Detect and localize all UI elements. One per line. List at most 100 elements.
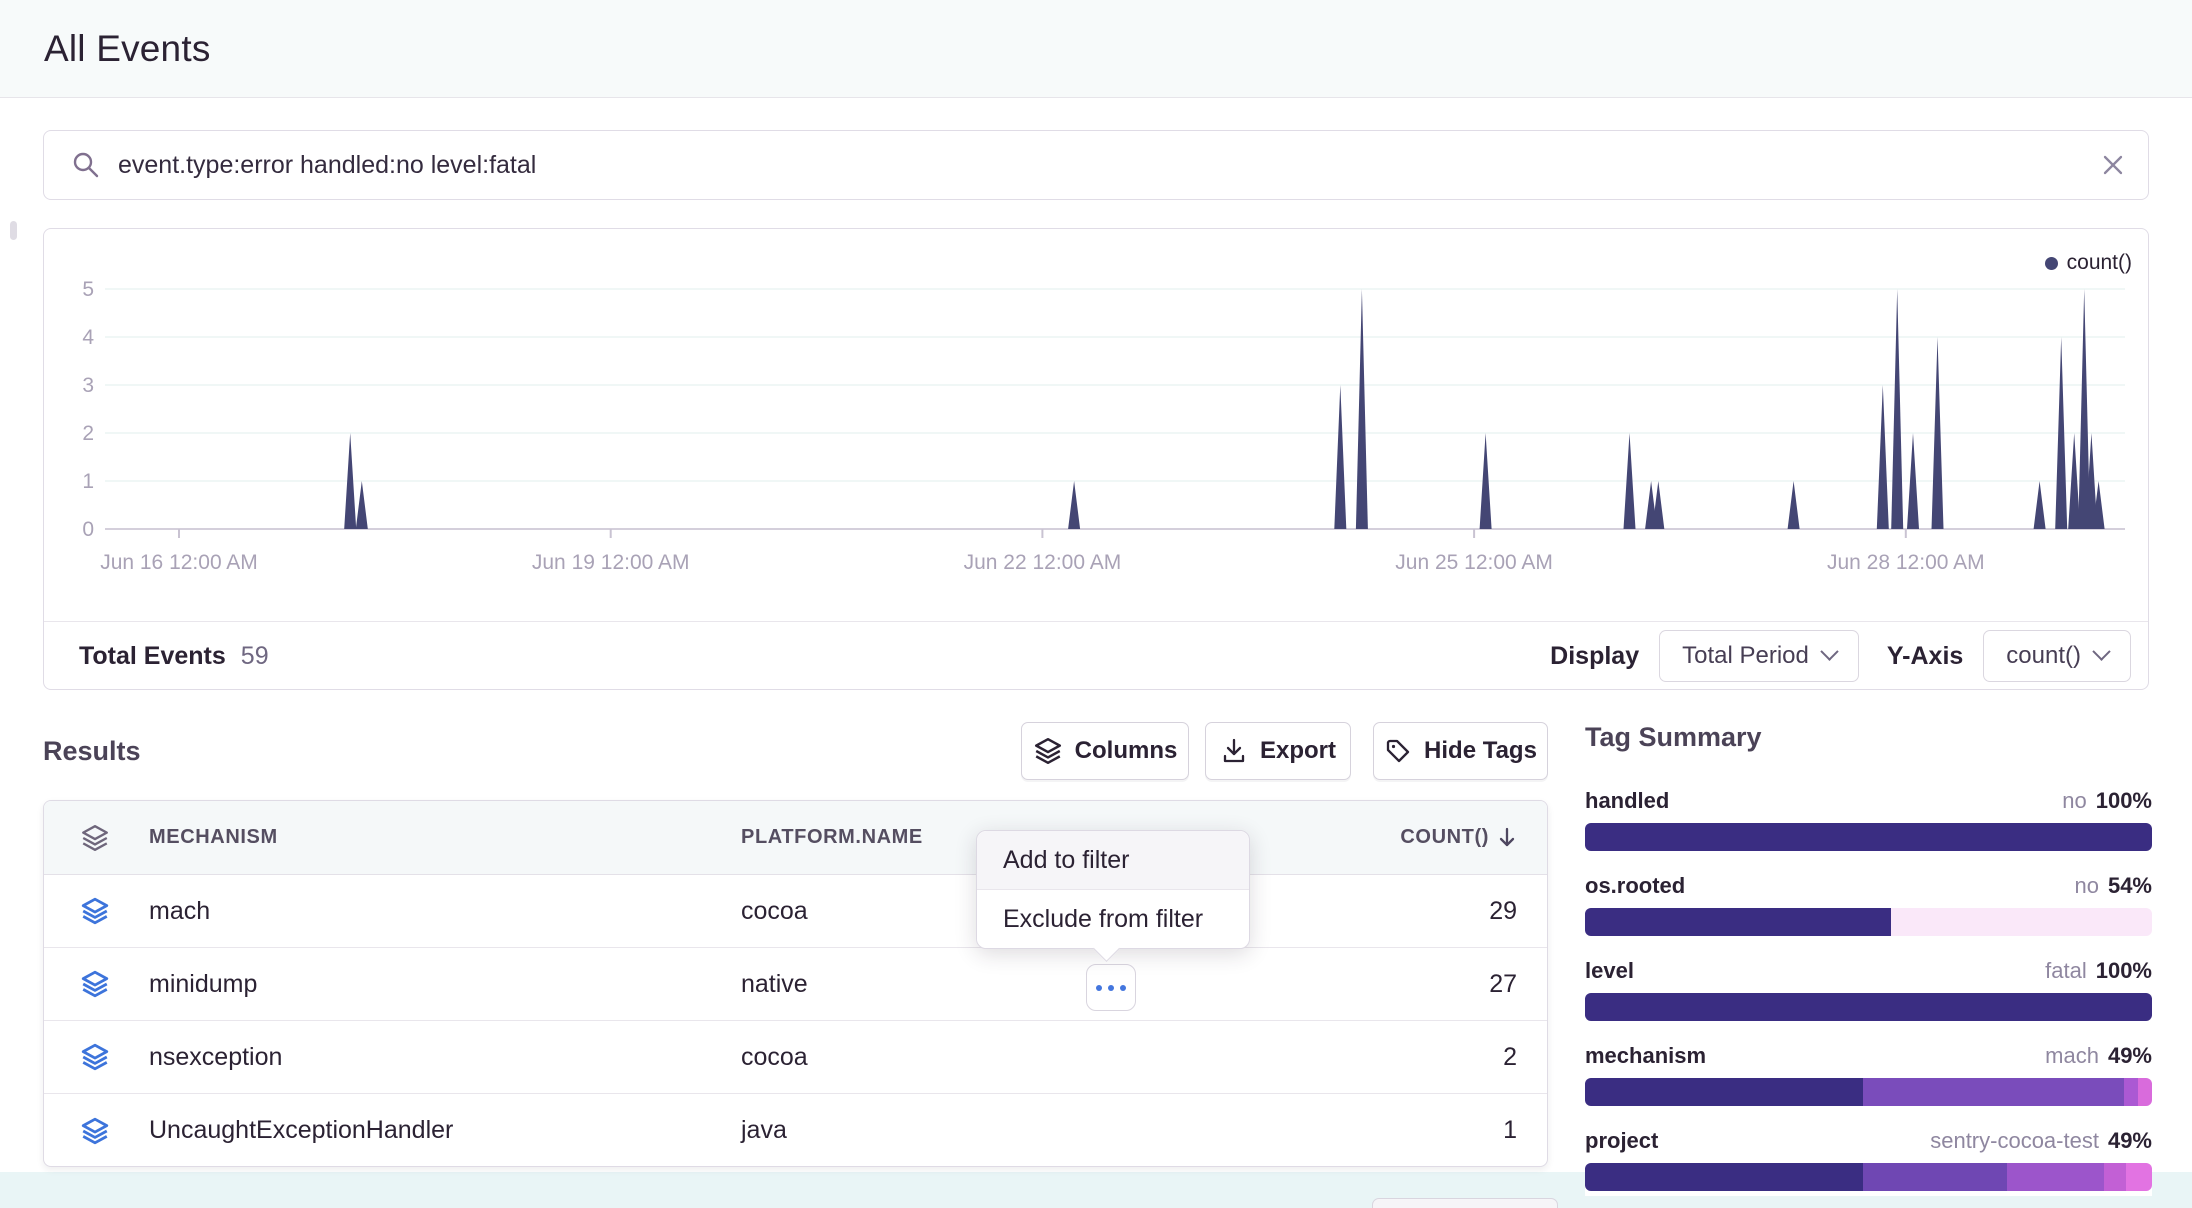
cell-mechanism: nsexception: [149, 1043, 282, 1071]
tag-bar-segment[interactable]: [1863, 1078, 2124, 1106]
total-events-value: 59: [241, 642, 269, 671]
tag-entry-mechanism: mechanismmach 49%: [1585, 1043, 2152, 1106]
cell-count: 2: [1503, 1043, 1517, 1072]
tag-top-value: no: [2062, 788, 2086, 814]
hide-tags-button-label: Hide Tags: [1424, 737, 1537, 765]
tag-bar-segment[interactable]: [1585, 1078, 1863, 1106]
tag-distribution-bar[interactable]: [1585, 1163, 2152, 1191]
layers-icon: [80, 896, 149, 926]
tag-bar-segment[interactable]: [2126, 1163, 2152, 1191]
tag-bar-segment[interactable]: [1585, 993, 2152, 1021]
tag-percent: 49%: [2108, 1043, 2152, 1069]
tag-name: mechanism: [1585, 1043, 2045, 1069]
chevron-down-icon: [1820, 642, 1838, 660]
tag-name: project: [1585, 1128, 1930, 1154]
event-count-spike: [1068, 481, 1080, 529]
hide-tags-button[interactable]: Hide Tags: [1373, 722, 1548, 780]
tag-distribution-bar[interactable]: [1585, 823, 2152, 851]
cell-platform: java: [741, 1116, 787, 1145]
page-title: All Events: [44, 28, 211, 70]
clear-search-icon[interactable]: [2100, 131, 2126, 199]
tag-percent: 54%: [2108, 873, 2152, 899]
event-count-spike: [1334, 385, 1346, 529]
cell-platform: native: [741, 970, 808, 999]
x-axis-tick-label: Jun 16 12:00 AM: [100, 551, 258, 573]
y-axis-tick-label: 0: [82, 518, 94, 541]
tag-distribution-bar[interactable]: [1585, 993, 2152, 1021]
yaxis-select[interactable]: count(): [1983, 630, 2131, 682]
y-axis-tick-label: 3: [82, 374, 94, 397]
column-header-mechanism[interactable]: MECHANISM: [149, 826, 741, 849]
tag-name: level: [1585, 958, 2045, 984]
ellipsis-icon: [1096, 985, 1102, 991]
export-button[interactable]: Export: [1205, 722, 1351, 780]
tag-bar-segment[interactable]: [1863, 1163, 2008, 1191]
table-row[interactable]: nsexception cocoa 2: [44, 1021, 1547, 1094]
display-period-select[interactable]: Total Period: [1659, 630, 1859, 682]
tag-distribution-bar[interactable]: [1585, 1078, 2152, 1106]
x-axis-tick-label: Jun 22 12:00 AM: [964, 551, 1122, 573]
table-row[interactable]: minidumpnative27: [44, 948, 1547, 1021]
cell-count: 27: [1489, 970, 1517, 999]
layers-icon: [80, 1042, 149, 1072]
tag-top-value: sentry-cocoa-test: [1930, 1128, 2099, 1154]
columns-button-label: Columns: [1075, 737, 1178, 765]
cell-count: 29: [1489, 897, 1517, 926]
column-header-count-label: COUNT(): [1400, 826, 1489, 849]
display-period-value: Total Period: [1682, 642, 1809, 670]
download-icon: [1220, 737, 1248, 765]
tag-name: os.rooted: [1585, 873, 2074, 899]
results-table: MECHANISM PLATFORM.NAME COUNT() mach coco…: [43, 800, 1548, 1167]
search-input[interactable]: event.type:error handled:no level:fatal: [118, 151, 536, 180]
tag-name: handled: [1585, 788, 2062, 814]
pagination-stub[interactable]: [1372, 1198, 1558, 1208]
display-label: Display: [1550, 642, 1639, 671]
columns-button[interactable]: Columns: [1021, 722, 1189, 780]
sort-desc-icon: [1497, 826, 1517, 850]
tag-top-value: mach: [2045, 1043, 2099, 1069]
tag-distribution-bar[interactable]: [1585, 908, 2152, 936]
tag-bar-segment[interactable]: [1585, 1163, 1863, 1191]
table-row[interactable]: UncaughtExceptionHandler java 1: [44, 1094, 1547, 1167]
tag-bar-segment[interactable]: [2007, 1163, 2103, 1191]
y-axis-tick-label: 5: [82, 278, 94, 301]
event-count-spike: [1877, 385, 1889, 529]
table-row[interactable]: mach cocoa 29: [44, 875, 1547, 948]
menu-item-add-to-filter[interactable]: Add to filter: [977, 831, 1249, 890]
layers-icon: [80, 969, 149, 999]
cell-mechanism: mach: [149, 897, 210, 925]
search-bar[interactable]: event.type:error handled:no level:fatal: [43, 130, 2149, 200]
x-axis-tick-label: Jun 19 12:00 AM: [532, 551, 690, 573]
tag-bar-segment[interactable]: [1585, 908, 1891, 936]
cell-platform: cocoa: [741, 897, 808, 926]
cell-mechanism: UncaughtExceptionHandler: [149, 1116, 453, 1144]
ellipsis-icon: [1120, 985, 1126, 991]
tag-bar-segment[interactable]: [2104, 1163, 2127, 1191]
discover-all-events-page: All Events event.type:error handled:no l…: [0, 0, 2192, 1208]
column-header-platform[interactable]: PLATFORM.NAME: [741, 826, 923, 849]
page-header: All Events: [0, 0, 2192, 98]
event-count-spike: [356, 481, 368, 529]
yaxis-label: Y-Axis: [1887, 642, 1963, 671]
event-count-spike: [1788, 481, 1800, 529]
menu-item-exclude-from-filter[interactable]: Exclude from filter: [977, 890, 1249, 948]
tag-percent: 49%: [2108, 1128, 2152, 1154]
x-axis-tick-label: Jun 28 12:00 AM: [1827, 551, 1985, 573]
chart-footer: Total Events 59 Display Total Period Y-A…: [44, 622, 2148, 690]
y-axis-tick-label: 1: [82, 470, 94, 493]
tag-top-value: no: [2074, 873, 2098, 899]
total-events-label: Total Events: [79, 642, 226, 671]
event-count-spike: [2034, 481, 2046, 529]
tag-bar-segment[interactable]: [2138, 1078, 2152, 1106]
chevron-down-icon: [2092, 642, 2110, 660]
event-count-spike: [1356, 289, 1368, 529]
ellipsis-icon: [1108, 985, 1114, 991]
tag-bar-segment[interactable]: [2124, 1078, 2139, 1106]
cell-count: 1: [1503, 1116, 1517, 1145]
sidebar-collapse-handle[interactable]: [10, 221, 17, 240]
tag-entry-level: levelfatal100%: [1585, 958, 2152, 1021]
tag-bar-segment[interactable]: [1585, 823, 2152, 851]
cell-platform: cocoa: [741, 1043, 808, 1072]
row-actions-button[interactable]: [1086, 964, 1136, 1011]
context-menu: Add to filterExclude from filter: [976, 830, 1250, 949]
